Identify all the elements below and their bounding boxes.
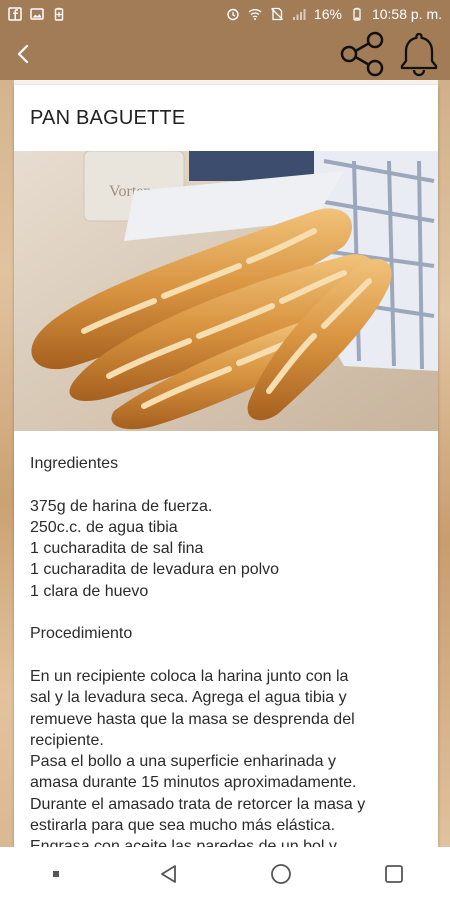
recipe-card[interactable]: PAN BAGUETTE Vorten Ingredientes 375g de… (14, 85, 438, 847)
wifi-icon (248, 7, 262, 21)
nav-home-button[interactable] (251, 847, 311, 900)
nav-recents-button[interactable] (364, 847, 424, 900)
bell-icon (400, 32, 438, 77)
procedure-line: Pasa el bollo a una superficie enharinad… (30, 753, 336, 771)
ingredient-item: 1 cucharadita de levadura en polvo (30, 561, 280, 579)
square-recents-icon (384, 864, 403, 883)
recipe-title: PAN BAGUETTE (30, 106, 186, 129)
ingredient-item: 250c.c. de agua tibia (30, 518, 178, 536)
signal-icon (292, 7, 306, 21)
procedure-line: remueve hasta que la masa se desprenda d… (30, 710, 355, 728)
ingredient-item: 1 cucharadita de sal fina (30, 540, 204, 558)
battery-icon (350, 7, 364, 21)
procedure-line: amasa durante 15 minutos aproximadamente… (30, 774, 357, 792)
share-icon (340, 31, 384, 77)
status-bar: 16% 10:58 p. m. (0, 0, 450, 28)
clock: 10:58 p. m. (371, 6, 442, 22)
nav-back-button[interactable] (139, 847, 199, 900)
battery-saver-icon (52, 7, 66, 21)
arrow-back-icon (17, 44, 29, 64)
background-image-edge-left (0, 80, 14, 847)
system-icons: 16% 10:58 p. m. (226, 6, 442, 22)
no-sim-icon (270, 7, 284, 21)
notifications-button[interactable] (394, 29, 444, 79)
facebook-icon (8, 7, 22, 21)
baguette-photo: Vorten (14, 151, 438, 431)
procedure-line: Engrasa con aceite las paredes de un bol… (30, 838, 337, 847)
system-nav-bar (0, 847, 450, 900)
back-button[interactable] (4, 34, 44, 74)
procedure-line: recipiente. (30, 731, 104, 749)
procedure-line: Durante el amasado trata de retorcer la … (30, 795, 366, 813)
share-button[interactable] (338, 29, 388, 79)
dot-icon (53, 870, 60, 877)
background-image-edge-right (438, 80, 450, 847)
gallery-icon (30, 7, 44, 21)
ingredient-item: 1 clara de huevo (30, 582, 149, 600)
battery-percent: 16% (313, 6, 342, 22)
ingredients-heading: Ingredientes (30, 455, 119, 472)
procedure-line: estirarla para que sea mucho más elástic… (30, 817, 336, 835)
ingredient-item: 375g de harina de fuerza. (30, 497, 213, 515)
procedure-heading: Procedimiento (30, 625, 133, 643)
app-bar (0, 28, 450, 80)
procedure-line: sal y la levadura seca. Agrega el agua t… (30, 689, 347, 707)
procedure-line: En un recipiente coloca la harina junto … (30, 667, 349, 685)
triangle-back-icon (160, 864, 176, 883)
recipe-body: Ingredientes 375g de harina de fuerza. 2… (14, 431, 438, 847)
notification-icons (8, 7, 66, 21)
nav-menu-dot-button[interactable] (26, 847, 86, 900)
circle-home-icon (271, 863, 292, 884)
app-bar-actions (338, 29, 444, 79)
alarm-icon (226, 7, 240, 21)
